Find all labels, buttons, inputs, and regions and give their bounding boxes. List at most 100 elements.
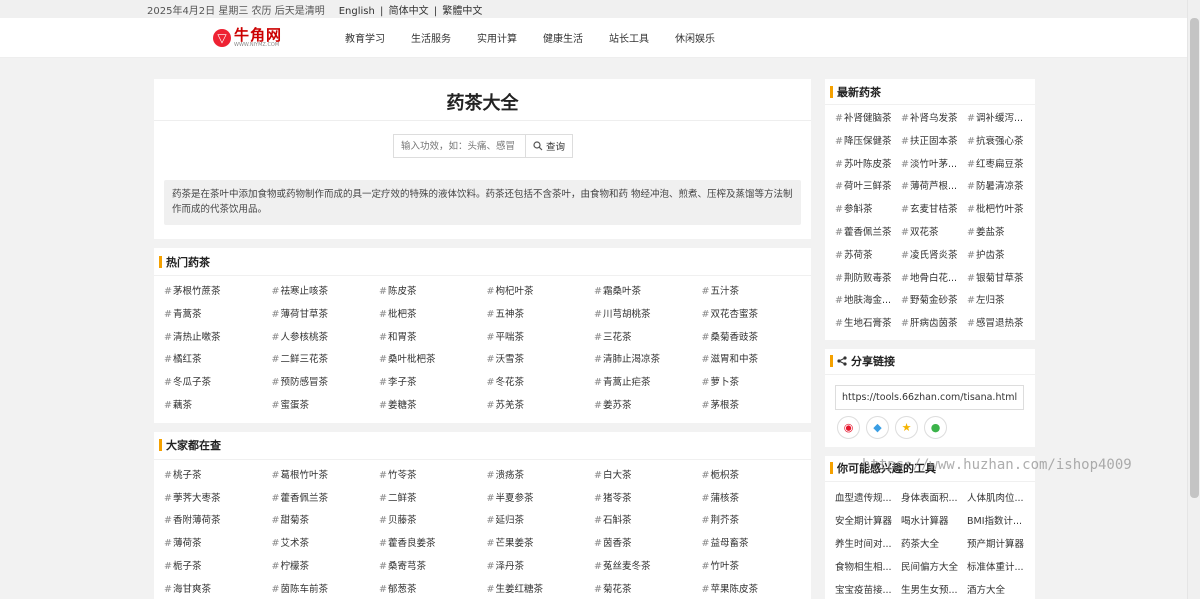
nav-item-webmaster-tools[interactable]: 站长工具	[609, 30, 649, 45]
tag-link[interactable]: #枇杷茶	[379, 304, 487, 327]
tag-link[interactable]: #藿香佩兰茶	[272, 488, 380, 511]
tag-link[interactable]: #红枣扁豆茶	[967, 154, 1033, 177]
tag-link[interactable]: #猪苓茶	[594, 488, 702, 511]
tag-link[interactable]: #李子茶	[379, 372, 487, 395]
tag-link[interactable]: #沃雪茶	[487, 349, 595, 372]
tag-link[interactable]: #生地石膏茶	[835, 313, 901, 336]
tag-link[interactable]: #薄荷芦根...	[901, 176, 967, 199]
tag-link[interactable]: #肝病齿茵茶	[901, 313, 967, 336]
scrollbar[interactable]	[1187, 0, 1200, 599]
tag-link[interactable]: #祛寒止咳茶	[272, 281, 380, 304]
tag-link[interactable]: #竹叶茶	[702, 556, 810, 579]
tag-link[interactable]: #竹苓茶	[379, 465, 487, 488]
tag-link[interactable]: #菊花茶	[594, 579, 702, 599]
lang-english-link[interactable]: English	[339, 6, 375, 17]
tag-link[interactable]: #三花茶	[594, 327, 702, 350]
tag-link[interactable]: #芒果姜茶	[487, 533, 595, 556]
tag-link[interactable]: #二鲜茶	[379, 488, 487, 511]
share-url-field[interactable]: https://tools.66zhan.com/tisana.html	[835, 384, 1024, 410]
tag-link[interactable]: #护齿茶	[967, 245, 1033, 268]
tag-link[interactable]: #扶正固本茶	[901, 131, 967, 154]
tag-link[interactable]: #益母畜茶	[702, 533, 810, 556]
tag-link[interactable]: #苏荷茶	[835, 245, 901, 268]
tag-link[interactable]: #川芎胡桃茶	[594, 304, 702, 327]
tag-link[interactable]: #凌氏肾炎茶	[901, 245, 967, 268]
nav-item-calculators[interactable]: 实用计算	[477, 30, 517, 45]
tag-link[interactable]: #藕茶	[164, 395, 272, 418]
tag-link[interactable]: 预产期计算器	[967, 533, 1033, 556]
nav-item-health[interactable]: 健康生活	[543, 30, 583, 45]
tag-link[interactable]: 喝水计算器	[901, 510, 967, 533]
tag-link[interactable]: #艾术茶	[272, 533, 380, 556]
tag-link[interactable]: #蜜蛋茶	[272, 395, 380, 418]
tag-link[interactable]: #甜菊茶	[272, 510, 380, 533]
tag-link[interactable]: #藿香良姜茶	[379, 533, 487, 556]
tag-link[interactable]: 标准体重计...	[967, 556, 1033, 579]
tag-link[interactable]: #清肺止渴凉茶	[594, 349, 702, 372]
tag-link[interactable]: #青蒿止疟茶	[594, 372, 702, 395]
tag-link[interactable]: #感冒退热茶	[967, 313, 1033, 336]
search-input[interactable]	[394, 135, 526, 157]
nav-item-entertainment[interactable]: 休闲娱乐	[675, 30, 715, 45]
tag-link[interactable]: #贝藤茶	[379, 510, 487, 533]
tag-link[interactable]: #苏叶陈皮茶	[835, 154, 901, 177]
tag-link[interactable]: #双花茶	[901, 222, 967, 245]
tag-link[interactable]: #桃子茶	[164, 465, 272, 488]
tag-link[interactable]: #桑菊香豉茶	[702, 327, 810, 350]
tag-link[interactable]: 生男生女预...	[901, 579, 967, 599]
tag-link[interactable]: #石斛茶	[594, 510, 702, 533]
tag-link[interactable]: #薄荷茶	[164, 533, 272, 556]
tag-link[interactable]: #柠檬茶	[272, 556, 380, 579]
tag-link[interactable]: #茵香茶	[594, 533, 702, 556]
tag-link[interactable]: #菟丝麦冬茶	[594, 556, 702, 579]
tag-link[interactable]: #半夏参茶	[487, 488, 595, 511]
tag-link[interactable]: #地骨白花...	[901, 268, 967, 291]
tag-link[interactable]: #姜糖茶	[379, 395, 487, 418]
tag-link[interactable]: #荷叶三鲜茶	[835, 176, 901, 199]
tag-link[interactable]: 人体肌肉位...	[967, 487, 1033, 510]
tag-link[interactable]: #地肤海金...	[835, 290, 901, 313]
lang-traditional-link[interactable]: 繁體中文	[442, 6, 482, 17]
tag-link[interactable]: #参斛茶	[835, 199, 901, 222]
tag-link[interactable]: #泽丹茶	[487, 556, 595, 579]
tag-link[interactable]: #茅根竹蔗茶	[164, 281, 272, 304]
site-logo[interactable]: ▽ 牛角网 WWW.NIYMZ.COM	[213, 27, 333, 48]
tag-link[interactable]: #白大茶	[594, 465, 702, 488]
tag-link[interactable]: #生姜红糖茶	[487, 579, 595, 599]
tag-link[interactable]: #萝卜茶	[702, 372, 810, 395]
tag-link[interactable]: #枇杷竹叶茶	[967, 199, 1033, 222]
tag-link[interactable]: 身体表面积...	[901, 487, 967, 510]
tag-link[interactable]: #荸荠大枣茶	[164, 488, 272, 511]
tag-link[interactable]: #桑寄芎茶	[379, 556, 487, 579]
tag-link[interactable]: #荆防败毒茶	[835, 268, 901, 291]
wechat-icon[interactable]: ●	[924, 415, 947, 439]
tag-link[interactable]: #苏羌茶	[487, 395, 595, 418]
tag-link[interactable]: #银菊甘草茶	[967, 268, 1033, 291]
nav-item-life-services[interactable]: 生活服务	[411, 30, 451, 45]
tag-link[interactable]: #栀枳茶	[702, 465, 810, 488]
tag-link[interactable]: #野菊金砂茶	[901, 290, 967, 313]
tag-link[interactable]: 宝宝疫苗接...	[835, 579, 901, 599]
tag-link[interactable]: #茅根茶	[702, 395, 810, 418]
tag-link[interactable]: 食物相生相...	[835, 556, 901, 579]
tag-link[interactable]: #五神茶	[487, 304, 595, 327]
tag-link[interactable]: 民间偏方大全	[901, 556, 967, 579]
lang-simplified-link[interactable]: 简体中文	[389, 6, 429, 17]
tag-link[interactable]: #左归茶	[967, 290, 1033, 313]
tag-link[interactable]: 药茶大全	[901, 533, 967, 556]
tag-link[interactable]: 血型遗传规...	[835, 487, 901, 510]
tag-link[interactable]: #茵陈车前茶	[272, 579, 380, 599]
tag-link[interactable]: 酒方大全	[967, 579, 1033, 599]
qzone-icon[interactable]: ★	[895, 415, 918, 439]
tag-link[interactable]: #人参核桃茶	[272, 327, 380, 350]
tag-link[interactable]: #冬瓜子茶	[164, 372, 272, 395]
weibo-icon[interactable]: ◉	[837, 415, 860, 439]
tag-link[interactable]: #补肾乌发茶	[901, 108, 967, 131]
tag-link[interactable]: #溃疡茶	[487, 465, 595, 488]
tag-link[interactable]: #调补缓泻...	[967, 108, 1033, 131]
tag-link[interactable]: #橘红茶	[164, 349, 272, 372]
tag-link[interactable]: #淡竹叶茅...	[901, 154, 967, 177]
tag-link[interactable]: #姜盐茶	[967, 222, 1033, 245]
tag-link[interactable]: #双花杏蜜茶	[702, 304, 810, 327]
tag-link[interactable]: #枸杞叶茶	[487, 281, 595, 304]
